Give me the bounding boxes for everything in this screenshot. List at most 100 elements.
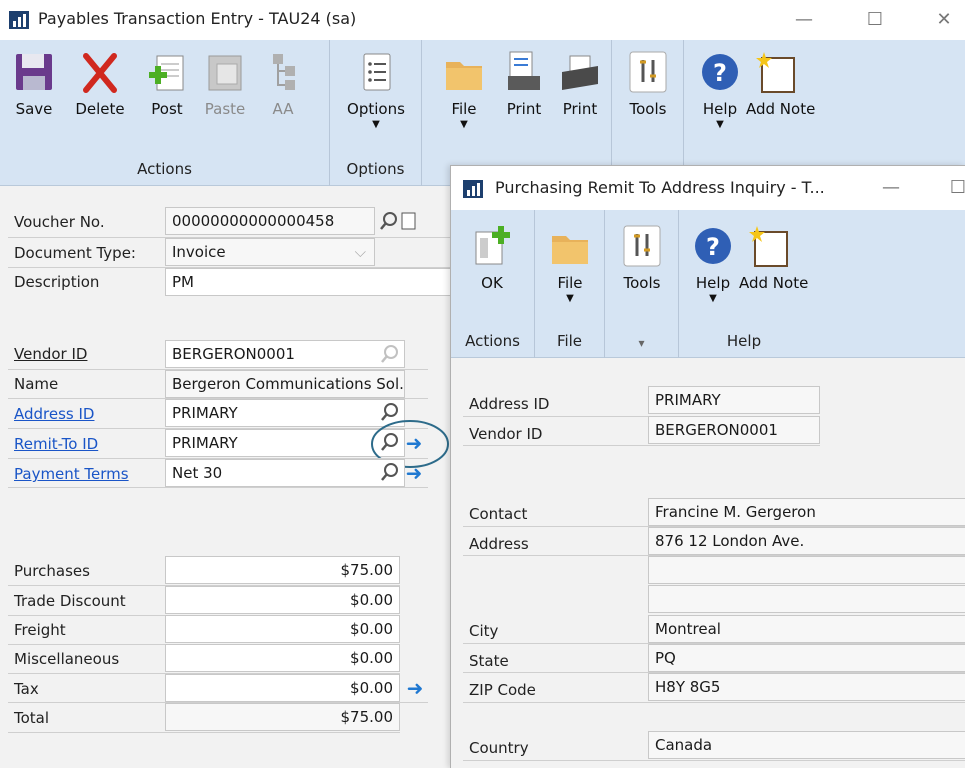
post-icon xyxy=(149,55,184,91)
main-window-title: Payables Transaction Entry - TAU24 (sa) xyxy=(38,9,357,28)
child-file-button[interactable]: File ▼ xyxy=(543,224,597,304)
address-label: Address xyxy=(469,535,529,553)
child-help-button[interactable]: ? Help ▼ xyxy=(685,224,741,304)
miscellaneous-label: Miscellaneous xyxy=(14,650,120,668)
expand-arrow-icon[interactable]: ➜ xyxy=(404,677,426,699)
delete-button[interactable]: Delete xyxy=(68,50,132,120)
trade-discount-amount[interactable]: $0.00 xyxy=(165,586,400,614)
actions-group-label: Actions xyxy=(137,160,192,178)
save-icon xyxy=(16,54,52,90)
child-tools-button[interactable]: Tools xyxy=(613,224,671,294)
options-button[interactable]: Options ▼ xyxy=(342,50,410,130)
country-label: Country xyxy=(469,739,529,757)
chevron-down-icon: ▼ xyxy=(709,293,717,304)
paste-button[interactable]: Paste xyxy=(200,50,250,120)
file-button[interactable]: File ▼ xyxy=(436,50,492,130)
tax-label: Tax xyxy=(14,680,39,698)
minimize-button[interactable]: — xyxy=(784,6,824,34)
state-value: PQ xyxy=(648,644,965,672)
country-value: Canada xyxy=(648,731,965,759)
child-help-group-label: Help xyxy=(726,332,762,350)
chevron-down-icon: ▼ xyxy=(566,293,574,304)
tax-amount[interactable]: $0.00 xyxy=(165,674,400,702)
close-button[interactable]: ✕ xyxy=(924,6,964,34)
address-line1-value: 876 12 London Ave. xyxy=(648,527,965,555)
voucher-no-field[interactable]: 00000000000000458 xyxy=(165,207,375,235)
vendor-name-field: Bergeron Communications Sol. xyxy=(165,370,405,398)
city-value: Montreal xyxy=(648,615,965,643)
svg-text:?: ? xyxy=(713,59,727,87)
payment-terms-link[interactable]: Payment Terms xyxy=(14,465,129,483)
add-note-button[interactable]: Add Note xyxy=(746,50,815,120)
print-button[interactable]: Print xyxy=(554,50,606,120)
lookup-icon[interactable] xyxy=(381,344,399,364)
options-icon xyxy=(363,53,391,91)
vendor-id-label: Vendor ID xyxy=(14,345,88,363)
print-icon xyxy=(508,51,540,90)
address-id-link[interactable]: Address ID xyxy=(14,405,94,423)
purchases-amount[interactable]: $75.00 xyxy=(165,556,400,584)
child-actions-group-label: Actions xyxy=(465,332,520,350)
svg-text:?: ? xyxy=(706,233,720,261)
trade-discount-label: Trade Discount xyxy=(14,592,126,610)
chevron-down-icon: ▼ xyxy=(716,119,724,130)
print-preview-button[interactable]: Print xyxy=(498,50,550,120)
add-note-icon xyxy=(749,226,788,267)
payment-terms-field[interactable]: Net 30 xyxy=(165,459,405,487)
address-line2-value xyxy=(648,556,965,584)
child-titlebar: Purchasing Remit To Address Inquiry - T.… xyxy=(451,166,965,210)
expand-arrow-icon[interactable]: ➜ xyxy=(403,462,425,484)
child-window-title: Purchasing Remit To Address Inquiry - T.… xyxy=(495,178,825,197)
app-logo-icon xyxy=(463,180,483,198)
child-help-group: ? Help ▼ Add Note Help xyxy=(679,210,809,358)
tools-button[interactable]: Tools xyxy=(620,50,676,120)
ok-button[interactable]: OK xyxy=(461,224,523,294)
lookup-icon[interactable] xyxy=(380,211,398,231)
child-ribbon: OK Actions File ▼ File Tools ▾ ? Help ▼ … xyxy=(451,210,965,358)
child-file-group-label: File xyxy=(556,332,583,350)
document-type-select[interactable]: Invoice ⌵ xyxy=(165,238,375,266)
actions-group: Save Delete Post Paste AA Actions xyxy=(0,40,330,186)
vendor-id-field[interactable]: BERGERON0001 xyxy=(165,340,405,368)
aa-icon xyxy=(273,54,295,90)
new-document-icon[interactable] xyxy=(400,211,418,231)
child-add-note-button[interactable]: Add Note xyxy=(739,224,808,294)
vendor-id-value: BERGERON0001 xyxy=(648,416,820,444)
post-button[interactable]: Post xyxy=(142,50,192,120)
zip-code-value: H8Y 8G5 xyxy=(648,673,965,701)
printer-icon xyxy=(562,55,598,90)
aa-button[interactable]: AA xyxy=(258,50,308,120)
zip-code-label: ZIP Code xyxy=(469,681,536,699)
address-line3-value xyxy=(648,585,965,613)
ok-icon xyxy=(475,226,510,265)
total-label: Total xyxy=(14,709,50,727)
chevron-down-icon: ▼ xyxy=(460,119,468,130)
child-tools-group: Tools ▾ xyxy=(605,210,679,358)
address-id-label: Address ID xyxy=(469,395,550,413)
miscellaneous-amount[interactable]: $0.00 xyxy=(165,644,400,672)
app-logo-icon xyxy=(9,11,29,29)
delete-icon xyxy=(83,53,117,93)
save-button[interactable]: Save xyxy=(8,50,60,120)
help-button[interactable]: ? Help ▼ xyxy=(692,50,748,130)
contact-label: Contact xyxy=(469,505,528,523)
state-label: State xyxy=(469,652,509,670)
main-titlebar: Payables Transaction Entry - TAU24 (sa) … xyxy=(0,0,965,40)
chevron-down-icon: ▼ xyxy=(372,119,380,130)
lookup-icon[interactable] xyxy=(381,462,399,482)
remit-to-id-link[interactable]: Remit-To ID xyxy=(14,435,98,453)
freight-amount[interactable]: $0.00 xyxy=(165,615,400,643)
description-field[interactable]: PM xyxy=(165,268,450,296)
remit-to-address-inquiry-window: Purchasing Remit To Address Inquiry - T.… xyxy=(450,165,965,768)
name-label: Name xyxy=(14,375,59,393)
help-icon: ? xyxy=(695,228,731,264)
add-note-icon xyxy=(756,52,795,93)
child-maximize-button[interactable]: ☐ xyxy=(938,174,965,202)
chevron-down-icon: ⌵ xyxy=(354,243,366,261)
file-folder-icon xyxy=(552,236,588,264)
child-minimize-button[interactable]: — xyxy=(871,174,911,202)
maximize-button[interactable]: ☐ xyxy=(855,6,895,34)
chevron-down-icon[interactable]: ▾ xyxy=(605,336,678,350)
file-folder-icon xyxy=(446,62,482,90)
document-type-label: Document Type: xyxy=(14,244,136,262)
